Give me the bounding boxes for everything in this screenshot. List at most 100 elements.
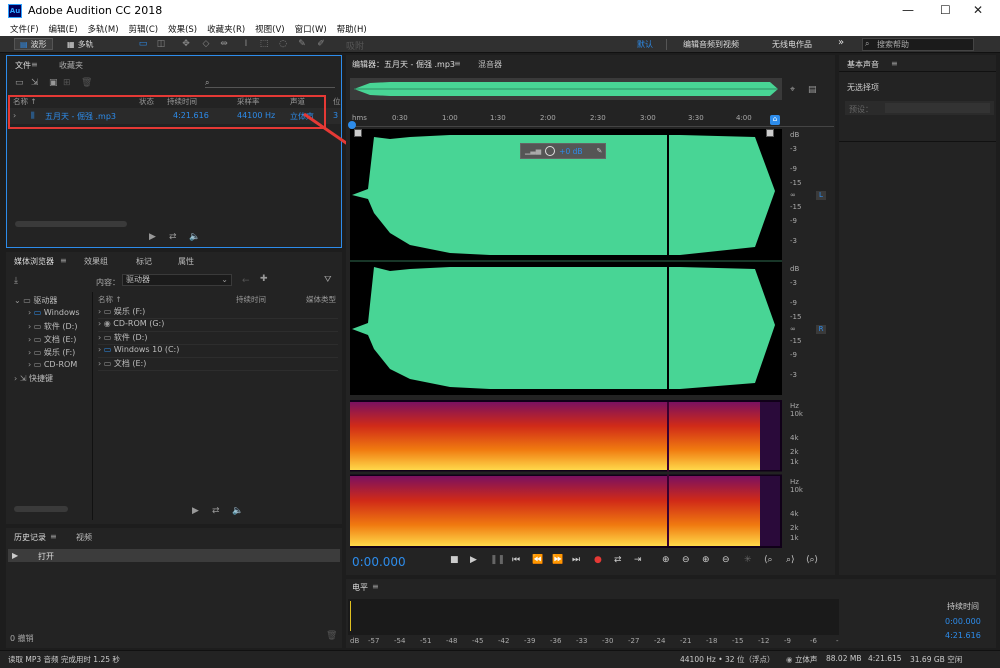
- add-shortcut-icon[interactable]: ✚: [260, 274, 268, 284]
- tab-video[interactable]: 视频: [76, 532, 92, 543]
- new-file-icon[interactable]: ▣: [49, 78, 58, 88]
- time-selection-tool-icon[interactable]: I: [240, 39, 252, 50]
- gain-knob-icon[interactable]: [545, 146, 556, 156]
- menu-window[interactable]: 窗口(W): [295, 23, 327, 35]
- overview-toggle-icon[interactable]: ▤: [808, 85, 817, 95]
- pane-divider[interactable]: [92, 292, 93, 520]
- workspace-radio-production[interactable]: 无线电作品: [772, 39, 812, 50]
- files-autoplay-icon[interactable]: 🔈: [189, 232, 200, 242]
- waveform-view-icon[interactable]: ▭: [137, 39, 149, 50]
- files-horizontal-scrollbar[interactable]: [15, 221, 127, 227]
- tab-media-browser[interactable]: 媒体浏览器: [14, 256, 54, 267]
- tab-effects-rack[interactable]: 效果组: [84, 256, 108, 267]
- tree-item[interactable]: › ▭ Windows: [28, 308, 80, 317]
- overview-bar[interactable]: [350, 78, 782, 100]
- slip-tool-icon[interactable]: ⇹: [218, 39, 230, 50]
- tab-mixer[interactable]: 混音器: [478, 59, 502, 70]
- snap-button[interactable]: 吸附: [342, 39, 368, 52]
- multitrack-mode-button[interactable]: ▦ 多轨: [62, 38, 99, 50]
- tab-favorites[interactable]: 收藏夹: [59, 60, 83, 71]
- lasso-tool-icon[interactable]: ◌: [277, 39, 289, 50]
- tab-history[interactable]: 历史记录: [14, 532, 46, 543]
- history-tab-menu-icon[interactable]: ≡: [50, 532, 57, 541]
- fade-in-handle[interactable]: [354, 129, 362, 137]
- channel-l-toggle[interactable]: L: [816, 191, 826, 200]
- pause-button[interactable]: ❚❚: [490, 555, 505, 565]
- import-file-icon[interactable]: ⇲: [31, 78, 39, 88]
- list-col-media-type[interactable]: 媒体类型: [306, 294, 336, 305]
- menu-edit[interactable]: 编辑(E): [49, 23, 78, 35]
- skip-selection-button[interactable]: ⇥: [634, 555, 642, 565]
- media-autoplay-icon[interactable]: 🔈: [232, 506, 243, 516]
- snapping-icon[interactable]: ⌂: [770, 115, 780, 125]
- menu-help[interactable]: 帮助(H): [337, 23, 367, 35]
- media-loop-icon[interactable]: ⇄: [212, 506, 220, 516]
- waveform-mode-button[interactable]: ▤ 波形: [14, 38, 53, 50]
- playhead-handle[interactable]: [348, 121, 356, 129]
- hud-gain-control[interactable]: ▁▃▅ +0 dB ✎: [520, 143, 606, 159]
- marquee-tool-icon[interactable]: ⬚: [258, 39, 270, 50]
- close-button[interactable]: ✕: [973, 3, 983, 17]
- insert-icon[interactable]: ⊞: [63, 78, 71, 88]
- menu-multitrack[interactable]: 多轨(M): [88, 23, 119, 35]
- list-item[interactable]: › ▭ 文档 (E:): [98, 358, 338, 371]
- zoom-out-point-icon[interactable]: ⟨⌕⟩: [806, 555, 818, 565]
- channel-r-toggle[interactable]: R: [816, 325, 826, 334]
- go-to-start-button[interactable]: ⏮: [512, 555, 520, 565]
- minimize-button[interactable]: —: [902, 3, 914, 17]
- tab-properties[interactable]: 属性: [178, 256, 194, 267]
- menu-effects[interactable]: 效果(S): [168, 23, 197, 35]
- zoom-in-amplitude-icon[interactable]: ⊕: [662, 555, 670, 565]
- content-dropdown[interactable]: 驱动器 ⌄: [122, 274, 232, 286]
- tab-markers[interactable]: 标记: [136, 256, 152, 267]
- files-play-icon[interactable]: ▶: [149, 232, 156, 242]
- more-workspaces-button[interactable]: »: [838, 37, 844, 48]
- tab-files[interactable]: 文件: [15, 60, 31, 71]
- fast-forward-button[interactable]: ⏩: [552, 555, 563, 565]
- zoom-in-time-icon[interactable]: ⊕: [702, 555, 710, 565]
- media-play-icon[interactable]: ▶: [192, 506, 199, 516]
- col-bits[interactable]: 位: [333, 96, 341, 107]
- menu-favorites[interactable]: 收藏夹(R): [207, 23, 245, 35]
- tree-item[interactable]: › ▭ CD-ROM: [28, 360, 77, 369]
- brush-tool-icon[interactable]: ✎: [296, 39, 308, 50]
- filter-icon[interactable]: ⛛: [324, 275, 332, 285]
- timeline-ruler[interactable]: hms 0:30 1:00 1:30 2:00 2:30 3:00 3:30 4…: [350, 113, 834, 127]
- zoom-out-time-icon[interactable]: ⊖: [722, 555, 730, 565]
- media-import-icon[interactable]: ⤓: [14, 276, 18, 286]
- tab-editor[interactable]: 编辑器：五月天 - 倔强 .mp3: [352, 59, 455, 70]
- fade-out-handle[interactable]: [766, 129, 774, 137]
- razor-tool-icon[interactable]: ◇: [200, 39, 212, 50]
- list-item[interactable]: › ◉ CD-ROM (G:): [98, 319, 338, 332]
- editor-tab-menu-icon[interactable]: ≡: [454, 59, 461, 68]
- tree-item[interactable]: › ▭ 文档 (E:): [28, 334, 76, 345]
- levels-menu-icon[interactable]: ≡: [372, 582, 379, 591]
- play-button[interactable]: ▶: [470, 555, 477, 565]
- tree-scrollbar[interactable]: [14, 506, 68, 512]
- search-help-input[interactable]: 搜索帮助: [862, 38, 974, 51]
- workspace-default[interactable]: 默认: [637, 39, 653, 50]
- media-tab-menu-icon[interactable]: ≡: [60, 256, 67, 265]
- menu-file[interactable]: 文件(F): [10, 23, 39, 35]
- tree-item[interactable]: › ▭ 娱乐 (F:): [28, 347, 75, 358]
- go-to-end-button[interactable]: ⏭: [572, 555, 580, 565]
- time-display[interactable]: 0:00.000: [352, 555, 406, 569]
- menu-clip[interactable]: 剪辑(C): [129, 23, 159, 35]
- preset-dropdown[interactable]: [885, 103, 990, 113]
- spectral-area[interactable]: [350, 400, 782, 548]
- files-search-input[interactable]: ⌕: [205, 78, 335, 88]
- menu-view[interactable]: 视图(V): [255, 23, 284, 35]
- zoom-full-icon[interactable]: ✳: [744, 555, 752, 565]
- list-item[interactable]: › ▭ 软件 (D:): [98, 332, 338, 345]
- zoom-out-amplitude-icon[interactable]: ⊖: [682, 555, 690, 565]
- tree-item[interactable]: › ▭ 软件 (D:): [28, 321, 77, 332]
- essential-sound-menu-icon[interactable]: ≡: [891, 59, 898, 68]
- files-loop-icon[interactable]: ⇄: [169, 232, 177, 242]
- zoom-in-point-icon[interactable]: ⌕⟩: [786, 555, 795, 565]
- delete-file-icon[interactable]: 🗑: [81, 78, 92, 88]
- move-tool-icon[interactable]: ✥: [180, 39, 192, 50]
- list-item[interactable]: › ▭ Windows 10 (C:): [98, 345, 338, 358]
- tree-shortcuts[interactable]: › ⇲ 快捷键: [14, 373, 53, 384]
- sel-end[interactable]: 4:21.616: [945, 631, 981, 640]
- files-tab-menu-icon[interactable]: ≡: [31, 60, 38, 69]
